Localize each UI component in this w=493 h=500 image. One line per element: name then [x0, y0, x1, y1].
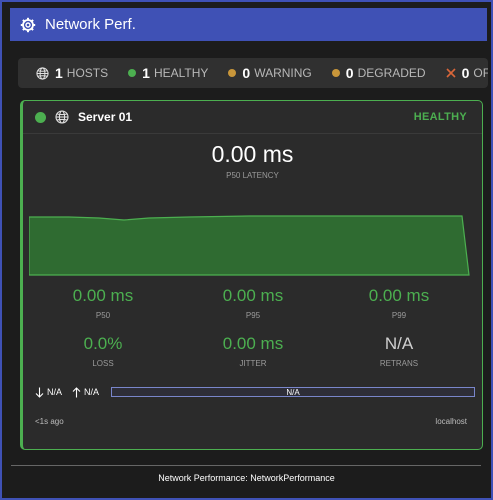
p50-latency-value: 0.00 ms — [211, 141, 294, 167]
traffic-row: N/A N/A N/A — [35, 385, 475, 399]
healthy-count: 1 — [142, 65, 150, 81]
metric-value: 0.00 ms — [222, 286, 284, 305]
metric-label: P99 — [391, 311, 407, 320]
last-updated: <1s ago — [35, 417, 64, 426]
offline-label: OFFLIN — [473, 66, 488, 80]
summary-degraded[interactable]: 0 DEGRADED — [331, 65, 426, 81]
metric-value: N/A — [384, 334, 414, 353]
summary-warning[interactable]: 0 WARNING — [228, 65, 312, 81]
metric-label: JITTER — [239, 359, 267, 368]
footer-text: Network Performance: NetworkPerformance — [158, 473, 335, 483]
summary-offline[interactable]: 0 OFFLIN — [446, 65, 488, 81]
metric-p50: 0.00 ms P50 — [33, 286, 173, 320]
footer-divider — [11, 465, 481, 466]
gear-icon[interactable] — [20, 17, 36, 33]
arrow-down-icon — [35, 387, 44, 398]
hosts-count: 1 — [55, 65, 63, 81]
degraded-count: 0 — [345, 65, 354, 81]
host-label: localhost — [435, 417, 467, 426]
offline-count: 0 — [461, 65, 470, 81]
app-window: Network Perf. 1 HOSTS 1 HEALTHY 0 WARNIN… — [0, 0, 493, 500]
p50-latency-label: P50 LATENCY — [226, 171, 279, 180]
server-card-header: Server 01 HEALTHY — [23, 101, 482, 134]
metric-label: P95 — [245, 311, 261, 320]
latency-area-chart — [29, 215, 470, 276]
metric-label: LOSS — [92, 359, 114, 368]
bandwidth-value: N/A — [286, 387, 300, 397]
summary-bar: 1 HOSTS 1 HEALTHY 0 WARNING 0 DEGRADED 0… — [18, 58, 488, 88]
server-name: Server 01 — [78, 110, 133, 124]
healthy-dot-icon — [128, 69, 137, 77]
metric-label: RETRANS — [379, 359, 419, 368]
app-title: Network Perf. — [45, 16, 136, 33]
bandwidth-bar: N/A — [111, 387, 475, 397]
metric-p99: 0.00 ms P99 — [329, 286, 469, 320]
metric-value: 0.00 ms — [222, 334, 284, 353]
warning-label: WARNING — [254, 66, 312, 80]
status-dot-icon — [35, 111, 46, 123]
metric-loss: 0.0% LOSS — [33, 334, 173, 368]
healthy-label: HEALTHY — [153, 66, 209, 80]
latency-area — [29, 215, 470, 276]
globe-icon — [36, 66, 49, 80]
download-stat: N/A — [35, 387, 62, 398]
metric-jitter: 0.00 ms JITTER — [183, 334, 323, 368]
metric-value: 0.00 ms — [368, 286, 430, 305]
arrow-up-icon — [72, 386, 81, 397]
metric-value: 0.0% — [83, 334, 123, 353]
globe-icon — [55, 110, 69, 124]
metric-value: 0.00 ms — [72, 286, 134, 305]
degraded-dot-icon — [331, 69, 340, 77]
summary-healthy[interactable]: 1 HEALTHY — [128, 65, 208, 81]
upload-value: N/A — [84, 387, 100, 397]
warning-dot-icon — [228, 69, 237, 77]
metric-p95: 0.00 ms P95 — [183, 286, 323, 320]
degraded-label: DEGRADED — [357, 66, 426, 80]
title-bar: Network Perf. — [10, 8, 487, 41]
metric-label: P50 — [95, 311, 111, 320]
close-x-icon — [446, 68, 456, 78]
metric-retrans: N/A RETRANS — [329, 334, 469, 368]
status-badge: HEALTHY — [413, 111, 467, 123]
warning-count: 0 — [242, 65, 251, 81]
download-value: N/A — [47, 387, 63, 397]
summary-hosts[interactable]: 1 HOSTS — [36, 65, 108, 81]
hosts-label: HOSTS — [66, 66, 109, 80]
server-card[interactable]: Server 01 HEALTHY 0.00 ms P50 LATENCY 0.… — [20, 100, 483, 450]
upload-stat: N/A — [72, 386, 100, 398]
